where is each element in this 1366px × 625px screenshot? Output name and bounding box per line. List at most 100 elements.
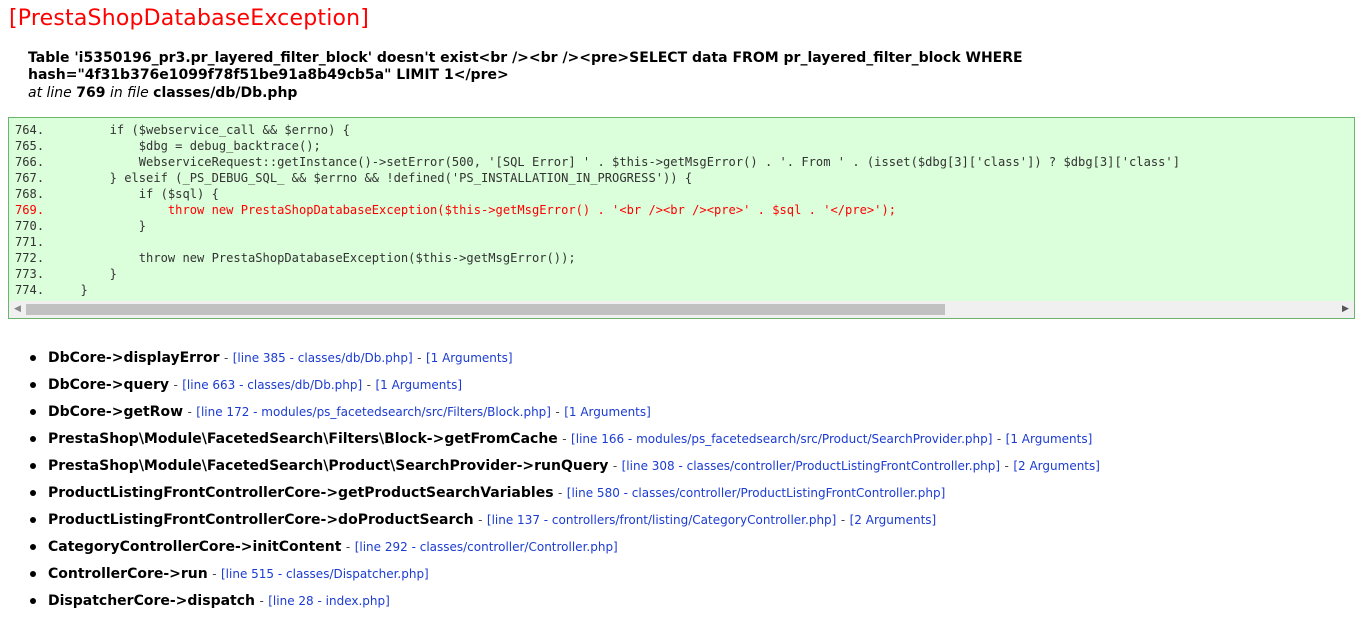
code-line-number: 774. — [15, 283, 45, 297]
code-line: 773. } — [15, 266, 1180, 282]
code-line-text: if ($sql) { — [51, 187, 219, 201]
code-line-error: 769. throw new PrestaShopDatabaseExcepti… — [15, 202, 1180, 218]
trace-item: DispatcherCore->dispatch - [line 28 - in… — [28, 589, 1100, 616]
error-message-line-2: hash="4f31b376e1099f78f51be91a8b49cb5a" … — [28, 66, 509, 83]
in-file-label: in file — [109, 85, 149, 101]
stack-trace: DbCore->displayError - [line 385 - class… — [28, 346, 1100, 616]
bullet-icon — [30, 382, 36, 388]
code-line: 767. } elseif (_PS_DEBUG_SQL_ && $errno … — [15, 170, 1180, 186]
trace-function: PrestaShop\Module\FacetedSearch\Product\… — [48, 458, 609, 474]
trace-function: DbCore->query — [48, 377, 169, 393]
code-line-text: } elseif (_PS_DEBUG_SQL_ && $errno && !d… — [51, 171, 693, 185]
trace-function: DispatcherCore->dispatch — [48, 593, 255, 609]
trace-file-link[interactable]: [line 28 - index.php] — [268, 594, 390, 608]
trace-function: DbCore->displayError — [48, 350, 220, 366]
trace-arguments-link[interactable]: [1 Arguments] — [1006, 432, 1093, 446]
trace-separator: - — [555, 405, 560, 419]
code-line-number: 772. — [15, 251, 45, 265]
code-line-number: 767. — [15, 171, 45, 185]
trace-arguments-link[interactable]: [1 Arguments] — [426, 351, 513, 365]
bullet-icon — [30, 355, 36, 361]
trace-file-link[interactable]: [line 385 - classes/db/Db.php] — [233, 351, 413, 365]
trace-separator: - — [212, 567, 217, 581]
trace-item: PrestaShop\Module\FacetedSearch\Product\… — [28, 454, 1100, 481]
scrollbar-thumb[interactable] — [26, 304, 945, 315]
trace-function: ProductListingFrontControllerCore->doPro… — [48, 512, 474, 528]
code-line-number: 770. — [15, 219, 45, 233]
bullet-icon — [30, 598, 36, 604]
code-line-number: 773. — [15, 267, 45, 281]
code-line-number: 768. — [15, 187, 45, 201]
trace-item: ProductListingFrontControllerCore->doPro… — [28, 508, 1100, 535]
code-line-text: $dbg = debug_backtrace(); — [51, 139, 321, 153]
error-line-number: 769 — [76, 85, 106, 101]
code-line: 774. } — [15, 282, 1180, 298]
trace-function: DbCore->getRow — [48, 404, 184, 420]
trace-arguments-link[interactable]: [1 Arguments] — [375, 378, 462, 392]
code-line: 770. } — [15, 218, 1180, 234]
trace-arguments-link[interactable]: [2 Arguments] — [1013, 459, 1100, 473]
bullet-icon — [30, 571, 36, 577]
code-line-number: 769. — [15, 203, 45, 217]
code-line: 764. if ($webservice_call && $errno) { — [15, 122, 1180, 138]
bullet-icon — [30, 436, 36, 442]
trace-item: CategoryControllerCore->initContent - [l… — [28, 535, 1100, 562]
trace-separator: - — [259, 594, 264, 608]
chevron-left-icon[interactable]: ◀ — [9, 301, 26, 318]
trace-file-link[interactable]: [line 515 - classes/Dispatcher.php] — [221, 567, 429, 581]
code-line-text: } — [51, 267, 117, 281]
code-line-text: throw new PrestaShopDatabaseException($t… — [51, 251, 576, 265]
trace-file-link[interactable]: [line 172 - modules/ps_facetedsearch/src… — [196, 405, 551, 419]
trace-file-link[interactable]: [line 166 - modules/ps_facetedsearch/src… — [571, 432, 992, 446]
bullet-icon — [30, 517, 36, 523]
code-line-number: 766. — [15, 155, 45, 169]
trace-separator: - — [173, 378, 178, 392]
trace-file-link[interactable]: [line 663 - classes/db/Db.php] — [182, 378, 362, 392]
code-line-text: WebserviceRequest::getInstance()->setErr… — [51, 155, 1180, 169]
trace-function: ControllerCore->run — [48, 566, 208, 582]
trace-item: ControllerCore->run - [line 515 - classe… — [28, 562, 1100, 589]
code-line: 772. throw new PrestaShopDatabaseExcepti… — [15, 250, 1180, 266]
trace-separator: - — [996, 432, 1002, 446]
trace-arguments-link[interactable]: [1 Arguments] — [564, 405, 651, 419]
trace-function: CategoryControllerCore->initContent — [48, 539, 342, 555]
trace-separator: - — [612, 459, 618, 473]
trace-function: PrestaShop\Module\FacetedSearch\Filters\… — [48, 431, 558, 447]
trace-separator: - — [557, 486, 563, 500]
error-message-line-1: Table 'i5350196_pr3.pr_layered_filter_bl… — [28, 50, 1023, 66]
trace-separator: - — [366, 378, 371, 392]
chevron-right-icon[interactable]: ▶ — [1337, 301, 1354, 318]
code-line-text: } — [51, 219, 147, 233]
error-location: at line 769 in file classes/db/Db.php — [28, 85, 297, 101]
code-line-text: if ($webservice_call && $errno) { — [51, 123, 350, 137]
trace-file-link[interactable]: [line 580 - classes/controller/ProductLi… — [567, 486, 945, 500]
code-line-number: 765. — [15, 139, 45, 153]
code-line: 768. if ($sql) { — [15, 186, 1180, 202]
code-lines: 764. if ($webservice_call && $errno) {76… — [15, 122, 1180, 298]
trace-separator: - — [478, 513, 483, 527]
trace-file-link[interactable]: [line 137 - controllers/front/listing/Ca… — [487, 513, 836, 527]
trace-separator: - — [562, 432, 567, 446]
code-excerpt[interactable]: 764. if ($webservice_call && $errno) {76… — [8, 117, 1355, 319]
trace-item: ProductListingFrontControllerCore->getPr… — [28, 481, 1100, 508]
code-line-number: 764. — [15, 123, 45, 137]
trace-item: DbCore->query - [line 663 - classes/db/D… — [28, 373, 1100, 400]
trace-arguments-link[interactable]: [2 Arguments] — [850, 513, 937, 527]
at-line-label: at line — [28, 85, 72, 101]
horizontal-scrollbar[interactable]: ◀ ▶ — [9, 301, 1354, 318]
trace-function: ProductListingFrontControllerCore->getPr… — [48, 485, 554, 501]
trace-item: PrestaShop\Module\FacetedSearch\Filters\… — [28, 427, 1100, 454]
trace-item: DbCore->getRow - [line 172 - modules/ps_… — [28, 400, 1100, 427]
trace-file-link[interactable]: [line 308 - classes/controller/ProductLi… — [622, 459, 1000, 473]
trace-separator: - — [417, 351, 422, 365]
trace-separator: - — [840, 513, 846, 527]
bullet-icon — [30, 409, 36, 415]
error-message: Table 'i5350196_pr3.pr_layered_filter_bl… — [28, 50, 1108, 83]
trace-separator: - — [1004, 459, 1009, 473]
code-line: 771. — [15, 234, 1180, 250]
code-line-text: throw new PrestaShopDatabaseException($t… — [51, 203, 897, 217]
trace-separator: - — [345, 540, 351, 554]
trace-file-link[interactable]: [line 292 - classes/controller/Controlle… — [355, 540, 618, 554]
error-file-path: classes/db/Db.php — [153, 85, 298, 101]
trace-separator: - — [187, 405, 192, 419]
